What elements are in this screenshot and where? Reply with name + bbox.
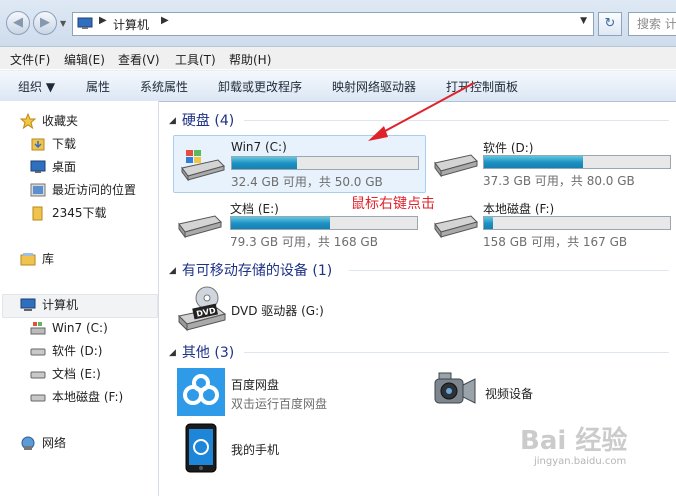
baidu-netdisk-icon	[177, 368, 225, 416]
video-device-tile[interactable]: 视频设备	[431, 371, 631, 415]
computer-icon	[77, 17, 93, 29]
watermark-url: jingyan.baidu.com	[534, 456, 627, 467]
dvd-drive-icon: DVD	[177, 286, 227, 332]
my-phone-name: 我的手机	[231, 443, 280, 457]
drive-f-size: 158 GB 可用，共 167 GB	[483, 235, 628, 249]
drive-e-size: 79.3 GB 可用，共 168 GB	[230, 235, 378, 249]
annotation-arrow-icon	[368, 82, 475, 141]
video-camera-icon	[434, 372, 476, 404]
baidu-netdisk-tile[interactable]: 百度网盘 双击运行百度网盘	[177, 368, 397, 418]
phone-icon	[185, 423, 217, 473]
menu-help[interactable]: 帮助(H)	[229, 51, 271, 68]
drive-e-usage-bar	[230, 216, 418, 230]
menu-view[interactable]: 查看(V)	[118, 51, 160, 68]
dvd-drive-name: DVD 驱动器 (G:)	[231, 304, 324, 318]
drive-c-usage-bar	[231, 156, 419, 170]
hard-drive-icon	[30, 371, 46, 379]
my-phone-tile[interactable]: 我的手机	[185, 423, 385, 473]
drive-e-name: 文档 (E:)	[230, 202, 279, 216]
menu-tools[interactable]: 工具(T)	[175, 51, 216, 68]
menu-bar: 文件(F) 编辑(E) 查看(V) 工具(T) 帮助(H)	[0, 47, 676, 69]
desktop-icon	[30, 160, 46, 173]
drive-d-size: 37.3 GB 可用，共 80.0 GB	[483, 174, 635, 188]
baidu-netdisk-desc: 双击运行百度网盘	[231, 397, 328, 411]
hard-drive-icon	[434, 215, 478, 239]
menu-edit[interactable]: 编辑(E)	[64, 51, 105, 68]
watermark-logo: Bai 经验	[520, 426, 628, 456]
computer-icon	[20, 298, 36, 311]
collapse-triangle-icon[interactable]: ◢	[169, 348, 176, 358]
library-icon	[20, 253, 36, 266]
back-arrow-icon[interactable]: ◀	[6, 11, 30, 35]
collapse-triangle-icon[interactable]: ◢	[169, 116, 176, 126]
address-bar-area: ◀ ▶ ▼ ▶ 计算机 ▶ ▼ ↻ 搜索 计	[0, 0, 676, 47]
refresh-icon[interactable]: ↻	[598, 12, 622, 36]
section-other[interactable]: ◢ 其他 (3)	[169, 342, 234, 362]
hard-drive-icon	[178, 215, 222, 239]
dvd-drive-tile[interactable]: DVD DVD 驱动器 (G:)	[173, 284, 393, 334]
search-input[interactable]: 搜索 计	[628, 12, 676, 36]
hard-drive-icon	[434, 154, 478, 178]
drive-d-usage-bar	[483, 155, 671, 169]
uninstall-program-button[interactable]: 卸载或更改程序	[218, 78, 302, 95]
properties-button[interactable]: 属性	[86, 78, 110, 95]
section-hard-disks[interactable]: ◢ 硬盘 (4)	[169, 110, 234, 130]
annotation-text: 鼠标右键点击	[351, 196, 435, 212]
recent-places-icon	[30, 183, 46, 197]
organize-button[interactable]: 组织 ▼	[18, 78, 55, 95]
download-folder-icon	[31, 138, 45, 151]
menu-file[interactable]: 文件(F)	[10, 51, 50, 68]
drive-c-size: 32.4 GB 可用，共 50.0 GB	[231, 175, 383, 189]
video-device-name: 视频设备	[485, 387, 534, 401]
drive-c-name: Win7 (C:)	[231, 140, 287, 154]
windows-drive-icon	[181, 150, 225, 182]
drive-f-tile[interactable]: 本地磁盘 (F:) 158 GB 可用，共 167 GB	[431, 196, 671, 252]
section-divider	[349, 270, 669, 271]
history-dropdown-icon[interactable]: ▼	[60, 19, 66, 28]
chevron-down-icon[interactable]: ▼	[580, 16, 587, 26]
command-toolbar: 组织 ▼ 属性 系统属性 卸载或更改程序 映射网络驱动器 打开控制面板	[0, 70, 676, 102]
hard-drive-icon	[30, 394, 46, 402]
forward-arrow-icon[interactable]: ▶	[33, 11, 57, 35]
drive-f-usage-fill	[484, 217, 494, 229]
drive-c-usage-fill	[232, 157, 298, 169]
hard-drive-icon	[30, 348, 46, 356]
drive-f-usage-bar	[483, 216, 671, 230]
path-separator-icon[interactable]: ▶	[161, 15, 169, 26]
breadcrumb-computer[interactable]: 计算机	[113, 16, 149, 33]
drive-e-usage-fill	[231, 217, 330, 229]
baidu-jingyan-watermark: Bai 经验 jingyan.baidu.com	[520, 420, 670, 490]
folder-icon	[32, 206, 43, 221]
system-properties-button[interactable]: 系统属性	[140, 78, 188, 95]
address-bar[interactable]: ▶ 计算机 ▶ ▼	[72, 12, 594, 36]
star-icon	[20, 113, 36, 129]
drive-f-name: 本地磁盘 (F:)	[483, 202, 555, 216]
network-icon	[21, 436, 35, 450]
baidu-netdisk-name: 百度网盘	[231, 378, 280, 392]
collapse-triangle-icon[interactable]: ◢	[169, 266, 176, 276]
path-separator-icon[interactable]: ▶	[99, 15, 107, 26]
section-removable-storage[interactable]: ◢ 有可移动存储的设备 (1)	[169, 260, 332, 280]
navigation-pane: 收藏夹 下载 桌面 最近访问的位置 2345下载 库 计算机 Win7 (C:)…	[0, 101, 159, 496]
windows-drive-icon	[30, 322, 46, 335]
section-divider	[244, 352, 669, 353]
drive-d-usage-fill	[484, 156, 583, 168]
